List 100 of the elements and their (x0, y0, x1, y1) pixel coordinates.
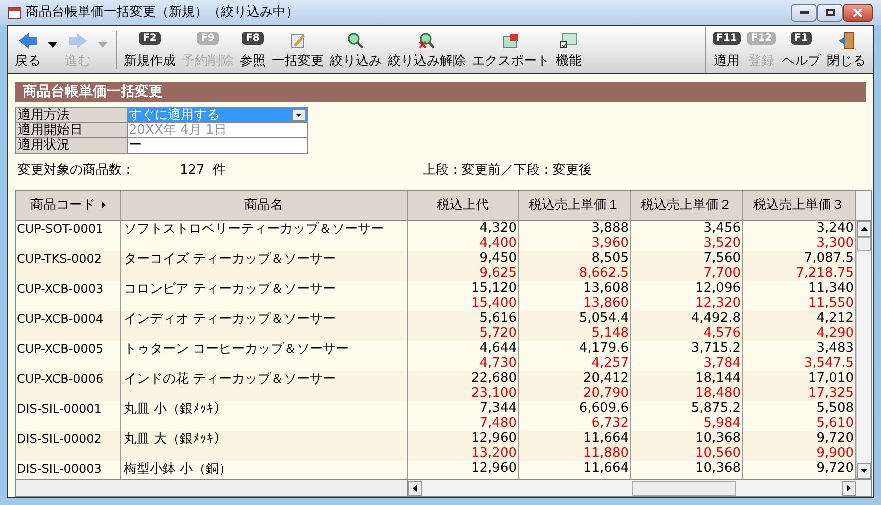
scrollbar-corner (856, 480, 871, 496)
toolbar-button[interactable]: F8 参照 (237, 28, 269, 72)
column-header[interactable]: 税込売上単価２ (631, 191, 743, 220)
price-before-cell: 11,664 (584, 431, 629, 446)
price-after-cell: 18,480 (696, 386, 741, 401)
frozen-scrollbar[interactable] (16, 480, 408, 496)
price-before-cell: 9,720 (816, 461, 854, 476)
price-after-cell: 3,784 (704, 356, 741, 371)
header-corner (856, 191, 871, 220)
price-before-cell: 3,715.2 (691, 341, 741, 356)
maximize-button[interactable] (817, 4, 843, 22)
price-before-cell: 9,450 (480, 251, 517, 266)
price-before-cell: 3,888 (592, 221, 629, 236)
magnifier-cross-icon (418, 32, 436, 50)
column-header[interactable]: 商品コード (16, 191, 121, 220)
key-badge-icon: F8 (242, 32, 264, 44)
left-arrow-icon (413, 484, 417, 492)
column-header[interactable]: 税込売上単価１ (519, 191, 631, 220)
caret-icon (296, 114, 302, 116)
price-after-cell: 13,200 (472, 446, 517, 461)
price-after-cell: 5,610 (816, 416, 854, 431)
toolbar-button[interactable]: 戻る (12, 28, 44, 72)
toolbar-button[interactable]: 一括変更 (269, 28, 327, 72)
key-badge-icon: F1 (790, 32, 812, 44)
price-before-cell: 15,120 (472, 281, 517, 296)
panel-header: 商品台帳単価一括変更 (15, 82, 866, 102)
toolbar-button[interactable]: エクスポート (469, 28, 553, 72)
price-after-cell: 7,218.75 (796, 266, 854, 281)
scroll-thumb[interactable] (632, 480, 736, 496)
toolbar-button[interactable]: 絞り込み (327, 28, 385, 72)
price-after-cell: 4,290 (816, 326, 854, 341)
door-exit-icon (838, 32, 856, 50)
price-after-cell: 3,547.5 (804, 356, 854, 371)
price-before-cell: 8,505 (592, 251, 629, 266)
toolbar-button[interactable]: F1 ヘルプ (779, 28, 824, 72)
price-after-cell: 20,790 (584, 386, 629, 401)
price-after-cell: 4,400 (480, 236, 517, 251)
toolbar-button[interactable]: F2 新規作成 (121, 28, 179, 72)
form-value: ー (128, 138, 307, 153)
price-after-cell: 13,860 (584, 296, 629, 311)
price-after-cell: 6,732 (592, 416, 629, 431)
price-after-cell: 5,720 (480, 326, 517, 341)
toolbar-button[interactable]: F11 適用 (710, 28, 744, 72)
key-badge-icon: F9 (197, 32, 219, 44)
price-before-cell: 5,875.2 (691, 401, 741, 416)
price-after-cell: 12,320 (696, 296, 741, 311)
price-before-cell: 4,179.6 (579, 341, 629, 356)
window-checkbox-icon (560, 32, 578, 50)
price-after-cell: 3,300 (816, 236, 854, 251)
price-before-cell: 11,340 (808, 281, 854, 296)
price-before-cell: 5,616 (480, 311, 517, 326)
price-before-cell: 3,240 (816, 221, 854, 236)
price-after-cell: 5,148 (592, 326, 629, 341)
legend-text: 上段：変更前／下段：変更後 (422, 162, 592, 180)
price-after-cell: 7,480 (480, 416, 517, 431)
toolbar-button[interactable]: 機能 (553, 28, 585, 72)
minimize-button[interactable] (791, 4, 817, 22)
price-after-cell: 9,900 (816, 446, 854, 461)
price-before-cell: 4,212 (816, 311, 854, 326)
toolbar-button[interactable]: 絞り込み解除 (385, 28, 469, 72)
column-header[interactable]: 商品名 (121, 191, 408, 220)
count-label: 変更対象の商品数： (18, 162, 136, 180)
price-after-cell: 11,880 (584, 446, 629, 461)
price-after-cell: 15,400 (472, 296, 517, 311)
form-label: 適用開始日 (16, 123, 128, 137)
caret-icon[interactable] (48, 42, 58, 48)
price-before-cell: 6,609.6 (579, 401, 629, 416)
count-value: 127 (180, 162, 205, 180)
form-value: 20XX年 4月 1日 (128, 123, 307, 137)
price-before-cell: 7,087.5 (804, 251, 854, 266)
price-before-cell: 10,368 (696, 461, 741, 476)
up-arrow-icon (860, 227, 868, 231)
price-after-cell: 3,520 (704, 236, 741, 251)
price-before-cell: 4,644 (480, 341, 517, 356)
spreadsheet-export-icon (502, 32, 520, 50)
vertical-scrollbar[interactable] (856, 221, 871, 479)
magnifier-icon (347, 32, 365, 50)
price-before-cell: 13,608 (584, 281, 629, 296)
price-after-cell: 17,325 (808, 386, 854, 401)
toolbar-button[interactable]: 閉じる (824, 28, 869, 72)
price-after-cell: 9,625 (480, 266, 517, 281)
price-before-cell: 18,144 (696, 371, 741, 386)
price-before-cell: 20,412 (584, 371, 629, 386)
price-before-cell: 10,368 (696, 431, 741, 446)
price-after-cell: 4,730 (480, 356, 517, 371)
form-label: 適用方法 (16, 108, 128, 122)
price-before-cell: 17,010 (808, 371, 854, 386)
column-header[interactable]: 税込売上単価３ (743, 191, 856, 220)
key-badge-icon: F12 (747, 32, 776, 44)
close-button[interactable] (843, 4, 873, 22)
price-before-cell: 7,560 (704, 251, 741, 266)
notepad-pencil-icon (289, 32, 307, 50)
scroll-thumb[interactable] (857, 237, 871, 251)
price-before-cell: 7,344 (480, 401, 517, 416)
price-before-cell: 3,483 (816, 341, 854, 356)
column-header[interactable]: 税込上代 (408, 191, 519, 220)
close-icon (853, 8, 863, 16)
price-after-cell: 11,550 (808, 296, 854, 311)
horizontal-scrollbar[interactable] (408, 480, 856, 496)
right-arrow-icon (67, 32, 89, 50)
